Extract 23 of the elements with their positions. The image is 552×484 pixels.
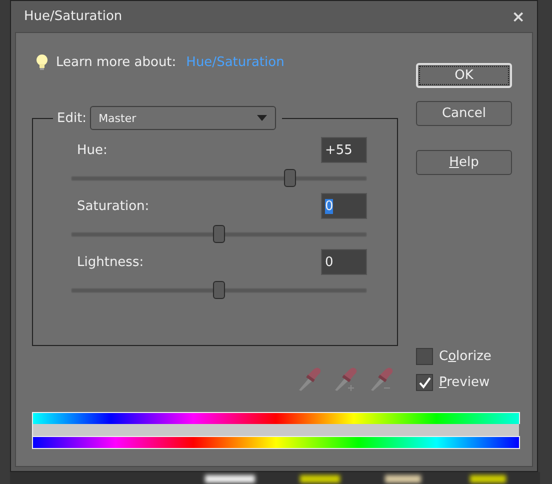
edit-dropdown[interactable]: Master <box>90 106 276 130</box>
close-button[interactable]: × <box>510 7 527 26</box>
learn-more-label: Learn more about: <box>56 54 176 70</box>
adjustment-label: Hue: <box>77 142 108 158</box>
checkbox-label[interactable]: Preview <box>439 375 490 390</box>
value-field[interactable]: 0 <box>321 249 367 275</box>
dialog-button[interactable]: Cancel <box>416 101 512 126</box>
value-field[interactable]: +55 <box>321 137 367 163</box>
dialog-button[interactable]: Help <box>416 150 512 175</box>
adjustment-label: Saturation: <box>77 198 150 214</box>
dialog-button[interactable]: OK <box>416 63 512 88</box>
caret-icon <box>256 115 267 121</box>
checkbox[interactable] <box>416 374 433 391</box>
slider-thumb[interactable] <box>213 225 225 243</box>
lightbulb-icon <box>36 54 48 70</box>
slider-thumb[interactable] <box>213 281 225 299</box>
checkbox-label[interactable]: Colorize <box>439 349 492 364</box>
checkbox[interactable] <box>416 348 433 365</box>
value-field[interactable]: 0 <box>321 193 367 219</box>
adjustment-label: Lightness: <box>77 254 144 270</box>
window-title: Hue/Saturation <box>24 9 122 24</box>
edit-label: Edit: <box>57 110 87 126</box>
slider-thumb[interactable] <box>284 169 296 187</box>
